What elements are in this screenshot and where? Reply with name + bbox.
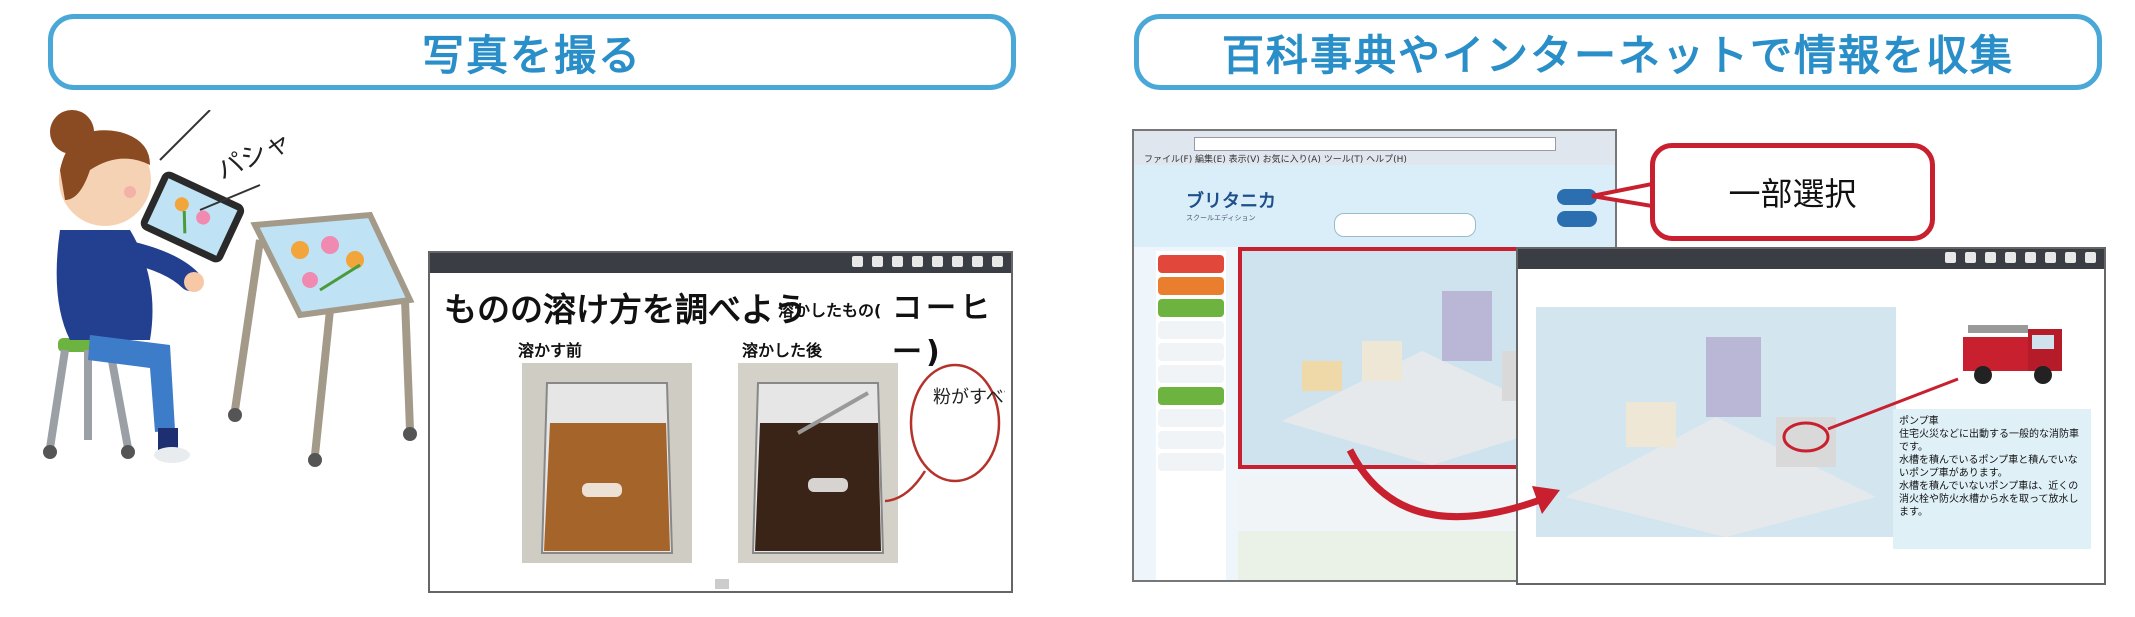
page-indicator[interactable] <box>715 579 729 589</box>
pump-truck-note-text: ポンプ車 住宅火災などに出動する一般的な消防車です。 水槽を積んでいるポンプ車と… <box>1899 416 2079 518</box>
browser-chrome: ファイル(F) 編集(E) 表示(V) お気に入り(A) ツール(T) ヘルプ(… <box>1134 131 1615 166</box>
subject-label: 溶かしたもの( <box>778 301 882 320</box>
image-tool-icon[interactable] <box>2065 252 2076 263</box>
subject-handwritten: コーヒー) <box>892 291 994 370</box>
fire-truck-icon <box>1963 325 2062 384</box>
whiteboard-window-imported: ポンプ車 住宅火災などに出動する一般的な消防車です。 水槽を積んでいるポンプ車と… <box>1516 247 2106 585</box>
pump-truck-note: ポンプ車 住宅火災などに出動する一般的な消防車です。 水槽を積んでいるポンプ車と… <box>1893 409 2091 549</box>
sidebar-item[interactable] <box>1158 255 1224 273</box>
banner-collect-info: 百科事典やインターネットで情報を収集 <box>1134 14 2102 90</box>
menu-icon[interactable] <box>2085 252 2096 263</box>
whiteboard-window-experiment: ものの溶け方を調べよう 溶かしたもの( コーヒー) 溶かす前 溶かした後 粉がす… <box>428 251 1013 593</box>
child-with-tablet-illustration: パシャ <box>43 110 417 467</box>
circle-tool-icon[interactable] <box>892 256 903 267</box>
sidebar-item[interactable] <box>1158 299 1224 317</box>
callout-pointer-icon <box>1591 181 1654 209</box>
whiteboard-toolbar <box>430 253 1011 273</box>
triangle-tool-icon[interactable] <box>912 256 923 267</box>
banner-left-label: 写真を撮る <box>421 30 642 80</box>
browser-menu[interactable]: ファイル(F) 編集(E) 表示(V) お気に入り(A) ツール(T) ヘルプ(… <box>1144 152 1407 165</box>
sidebar-item[interactable] <box>1158 343 1224 361</box>
banner-take-photo: 写真を撮る <box>48 14 1016 90</box>
pen-tool-icon[interactable] <box>852 256 863 267</box>
line-tool-icon[interactable] <box>2045 252 2056 263</box>
handwritten-note-bubble: 粉がすべて溶けた <box>885 363 1005 503</box>
marker-tool-icon[interactable] <box>872 256 883 267</box>
line-tool-icon[interactable] <box>952 256 963 267</box>
pen-tool-icon[interactable] <box>1945 252 1956 263</box>
partial-selection-callout: 一部選択 <box>1650 143 1935 241</box>
sound-effect-label: パシャ <box>212 126 295 186</box>
sidebar-item[interactable] <box>1158 409 1224 427</box>
image-tool-icon[interactable] <box>972 256 983 267</box>
sidebar-item[interactable] <box>1158 365 1224 383</box>
sidebar-item[interactable] <box>1158 321 1224 339</box>
transfer-arrow-icon <box>1346 448 1560 521</box>
menu-icon[interactable] <box>992 256 1003 267</box>
sidebar-item[interactable] <box>1158 387 1224 405</box>
site-sidebar <box>1156 251 1226 580</box>
site-search-input[interactable] <box>1334 213 1476 237</box>
whiteboard-title: ものの溶け方を調べよう <box>444 290 807 329</box>
site-logo-sub: スクールエディション <box>1186 214 1256 222</box>
beaker-after-photo <box>738 363 898 563</box>
marker-tool-icon[interactable] <box>1965 252 1976 263</box>
triangle-tool-icon[interactable] <box>2005 252 2016 263</box>
square-tool-icon[interactable] <box>932 256 943 267</box>
sidebar-item[interactable] <box>1158 277 1224 295</box>
site-search-button[interactable] <box>1557 211 1597 227</box>
before-label: 溶かす前 <box>518 341 583 360</box>
site-logo-text: ブリタニカ <box>1186 191 1276 212</box>
handwritten-note-text: 粉がすべて溶けた <box>933 387 1005 408</box>
sidebar-item[interactable] <box>1158 453 1224 471</box>
square-tool-icon[interactable] <box>2025 252 2036 263</box>
callout-label: 一部選択 <box>1728 175 1857 213</box>
sidebar-item[interactable] <box>1158 431 1224 449</box>
whiteboard2-toolbar <box>1518 249 2104 269</box>
site-logo[interactable]: ブリタニカ スクールエディション <box>1186 187 1276 223</box>
beaker-before-photo <box>522 363 692 563</box>
banner-right-label: 百科事典やインターネットで情報を収集 <box>1221 30 2014 80</box>
circle-tool-icon[interactable] <box>1985 252 1996 263</box>
address-bar[interactable] <box>1194 137 1556 151</box>
after-label: 溶かした後 <box>742 341 823 360</box>
